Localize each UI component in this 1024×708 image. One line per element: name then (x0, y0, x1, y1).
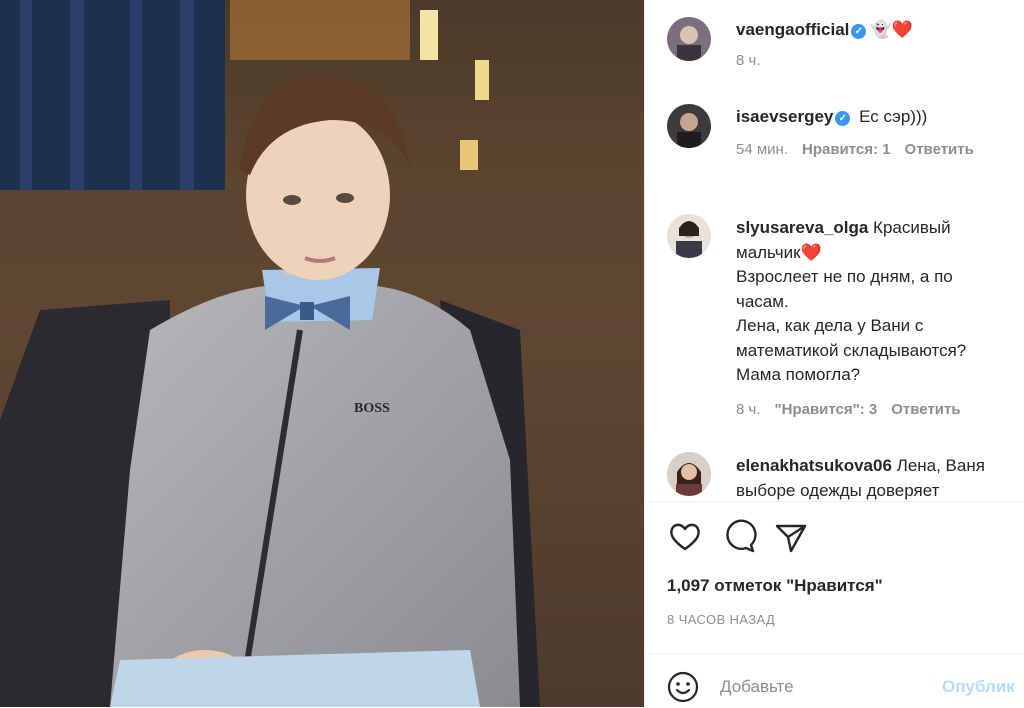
reply-button[interactable]: Ответить (891, 401, 960, 418)
likes-count[interactable]: 1,097 отметок "Нравится" (667, 576, 883, 596)
heart-icon (670, 523, 700, 551)
emoji-icon (667, 671, 699, 703)
comment-time[interactable]: 54 мин. (736, 141, 788, 158)
comment-likes[interactable]: "Нравится": 3 (775, 401, 878, 418)
post-photo[interactable]: BOSS (0, 0, 644, 707)
comment-text-line: выборе одежды доверяет (736, 480, 940, 500)
avatar[interactable] (667, 17, 711, 61)
comments-list[interactable]: vaengaofficial ✓ 👻❤️ 8 ч. isaevsergey ✓ Ес … (645, 0, 1024, 500)
comment-time[interactable]: 8 ч. (736, 401, 761, 418)
comment-username[interactable]: vaengaofficial (736, 20, 849, 39)
like-button[interactable] (667, 519, 703, 555)
comment-icon (726, 519, 757, 553)
post-side-panel: vaengaofficial ✓ 👻❤️ 8 ч. isaevsergey ✓ Ес … (644, 0, 1024, 707)
verified-badge-icon: ✓ (851, 24, 867, 39)
emoji-button[interactable] (667, 671, 699, 703)
comment-text-line: Мама помогла? (736, 365, 861, 384)
comment-text-line: Красивый (873, 218, 951, 237)
divider (645, 501, 1024, 502)
comment-username[interactable]: isaevsergey (736, 107, 833, 126)
verified-badge-icon: ✓ (835, 111, 851, 126)
comment-button[interactable] (721, 519, 757, 555)
comment-text-line: Взрослеет не по дням, а по (736, 267, 953, 286)
comment-text: Ес сэр))) (859, 107, 928, 126)
comment-text-line: часам. (736, 291, 789, 311)
comment-text: 👻❤️ (870, 20, 913, 39)
avatar[interactable] (667, 104, 711, 148)
avatar[interactable] (667, 452, 711, 496)
share-button[interactable] (773, 519, 809, 555)
divider (645, 653, 1024, 654)
comment-time[interactable]: 8 ч. (736, 52, 761, 69)
photo-of-boy-in-bow-tie: BOSS (0, 0, 644, 707)
comment-text-line: Лена, Ваня (896, 456, 985, 475)
comment-username[interactable]: elenakhatsukova06 (736, 456, 892, 475)
comment-input[interactable] (720, 673, 920, 701)
sweater-logo: BOSS (354, 401, 390, 416)
post-time[interactable]: 8 ЧАСОВ НАЗАД (667, 612, 775, 627)
reply-button[interactable]: Ответить (905, 141, 974, 158)
add-comment-bar: Опублик (645, 655, 1024, 707)
share-icon (775, 524, 807, 553)
comment-username[interactable]: slyusareva_olga (736, 218, 868, 237)
post-comment-button[interactable]: Опублик (942, 677, 1015, 697)
comment-text-line: мальчик❤️ (736, 242, 822, 262)
comment-text-line: математикой складываются? (736, 340, 967, 360)
comment-text-line: Лена, как дела у Вани с (736, 316, 924, 335)
comment-likes[interactable]: Нравится: 1 (802, 141, 891, 158)
avatar[interactable] (667, 214, 711, 258)
